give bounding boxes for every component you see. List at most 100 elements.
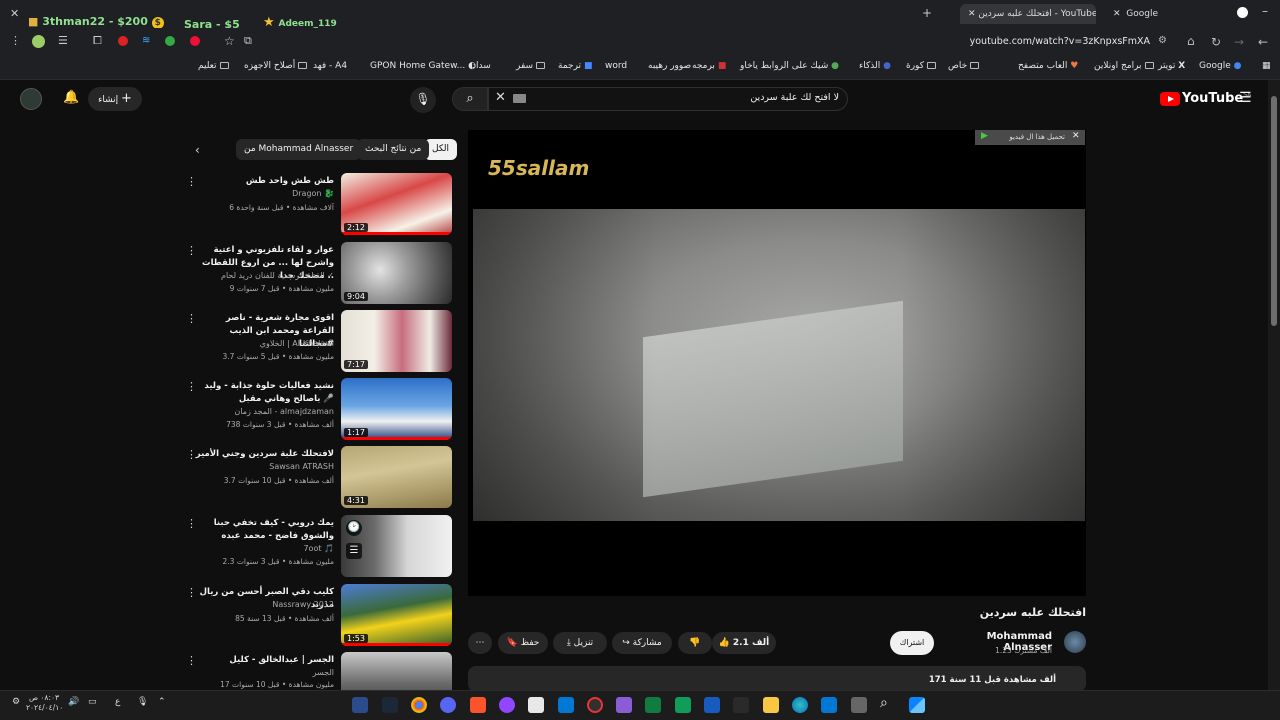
video-title[interactable]: يمك دروبي - كيف تخفي حبنا والشوق فاضح - … — [194, 517, 334, 543]
add-to-queue-icon[interactable]: ☰ — [346, 543, 362, 559]
subscribe-button[interactable]: اشتراك — [890, 631, 934, 655]
like-button[interactable]: 👍 2.1 ألف — [712, 632, 776, 654]
new-tab-icon[interactable]: + — [922, 6, 932, 20]
channel-name[interactable]: Nassrawy 2012 — [184, 600, 334, 609]
account-avatar[interactable] — [20, 88, 42, 110]
channel-name[interactable]: القناة الرسمية للفنان دريد لحام ✓ — [184, 271, 334, 280]
video-thumbnail[interactable]: 1:17 — [341, 378, 452, 440]
list-item[interactable]: 🕑 ☰ يمك دروبي - كيف تخفي حبنا والشوق فاض… — [180, 515, 452, 577]
video-thumbnail[interactable] — [341, 652, 452, 690]
video-thumbnail[interactable]: 7:17 — [341, 310, 452, 372]
puzzle-icon[interactable]: ⧠ — [93, 34, 102, 48]
taskbar-app-icon[interactable] — [733, 697, 749, 713]
close-window-icon[interactable]: ✕ — [10, 7, 19, 20]
dislike-button[interactable]: 👎 — [678, 632, 712, 654]
download-button[interactable]: ⤓ تنزيل — [553, 632, 607, 654]
bookmark-education[interactable]: تعليم — [198, 61, 229, 71]
tray-mic-icon[interactable]: 🎙 — [137, 697, 148, 707]
feather-icon[interactable] — [616, 697, 632, 713]
channel-name[interactable]: Dragon 🐉 — [184, 189, 334, 198]
avatar[interactable] — [32, 35, 45, 48]
menu-dots-icon[interactable]: ⋮ — [10, 34, 21, 47]
description-box[interactable]: 171 ألف مشاهدة قبل 11 سنة — [468, 666, 1086, 692]
bookmark-programming[interactable]: برمجه ■ — [692, 61, 726, 71]
more-actions-icon[interactable]: ⋮ — [186, 586, 197, 599]
bookmark-fahad-a4[interactable]: فهد - A4 — [313, 61, 347, 71]
language-indicator[interactable]: ع — [115, 697, 120, 707]
start-icon[interactable] — [909, 697, 925, 713]
video-title[interactable]: الجسر | عبدالخالق - كليل — [194, 654, 334, 667]
profile-icon[interactable] — [1237, 7, 1248, 18]
extension-wave-icon[interactable]: ≋ — [142, 35, 150, 46]
list-item[interactable]: 7:17 اقوى مجارة شعرية - ناصر القراعة ومح… — [180, 310, 452, 372]
scrollbar-thumb[interactable] — [1271, 96, 1277, 326]
more-actions-icon[interactable]: ⋮ — [186, 175, 197, 188]
forward-icon[interactable]: → — [1234, 35, 1244, 49]
channel-name[interactable]: الخلاوي | Al-Khalawi — [184, 339, 334, 348]
video-title[interactable]: طش طش واحد طش — [194, 175, 334, 188]
video-thumbnail[interactable]: 4:31 — [341, 446, 452, 508]
list-item[interactable]: 1:17 نشيد فعاليات حلوة جذابة - وليد باصا… — [180, 378, 452, 440]
bookmark-word[interactable]: word — [605, 61, 627, 71]
bookmark-google[interactable]: Google ● — [1199, 61, 1241, 71]
task-view-icon[interactable] — [851, 697, 867, 713]
tab-google[interactable]: ✕ Google — [1105, 4, 1166, 24]
share-button[interactable]: ↪ مشاركة — [612, 632, 672, 654]
more-actions-icon[interactable]: ⋮ — [186, 517, 197, 530]
voice-search-button[interactable]: 🎙 — [410, 87, 436, 113]
file-explorer-icon[interactable] — [763, 697, 779, 713]
video-thumbnail[interactable]: 🕑 ☰ — [341, 515, 452, 577]
video-title[interactable]: نشيد فعاليات حلوة جذابة - وليد باصالح وه… — [194, 380, 334, 406]
more-actions-icon[interactable]: ⋮ — [186, 654, 197, 667]
extension-green-icon[interactable] — [165, 36, 175, 46]
bookmark-link-checker[interactable]: شيك على الروابط ياخاو ● — [740, 61, 839, 71]
video-title[interactable]: لافتحلك علبة سردين وجني الأمير — [194, 448, 334, 461]
channel-avatar[interactable] — [1064, 631, 1086, 653]
keyboard-icon[interactable] — [513, 94, 526, 103]
discord-icon[interactable] — [440, 697, 456, 713]
list-item[interactable]: 9:04 عوار و لقاء تلفزيوني و اعتية واشرح … — [180, 242, 452, 304]
notes-icon[interactable] — [528, 697, 544, 713]
search-icon[interactable]: ⌕ — [880, 695, 888, 711]
edge-icon[interactable] — [792, 697, 808, 713]
reload-icon[interactable]: ↻ — [1211, 35, 1221, 49]
video-thumbnail[interactable]: 2:12 — [341, 173, 452, 235]
list-item[interactable]: الجسر | عبدالخالق - كليل الجسر 17 مليون … — [180, 652, 452, 690]
channel-name[interactable]: Sawsan ATRASH — [184, 462, 334, 471]
taskbar-app-icon[interactable] — [352, 697, 368, 713]
video-frame[interactable] — [473, 209, 1085, 521]
bookmark-device-repair[interactable]: أصلاح الاجهزه — [244, 61, 308, 71]
bookmark-ai[interactable]: الذكاء ● — [859, 61, 891, 71]
extension-stop-icon[interactable] — [118, 36, 128, 46]
more-actions-icon[interactable]: ⋮ — [186, 244, 197, 257]
word-icon[interactable] — [704, 697, 720, 713]
bookmark-private[interactable]: خاص — [948, 61, 980, 71]
twitch-icon[interactable] — [499, 697, 515, 713]
hamburger-menu-icon[interactable]: ☰ — [1239, 90, 1252, 106]
video-thumbnail[interactable]: 9:04 — [341, 242, 452, 304]
clock[interactable]: ٠٨:٠٣ ص ٢٠٢٤/٠٤/١٠ — [26, 693, 63, 713]
more-actions-button[interactable]: ⋯ — [468, 632, 492, 654]
bookmark-browser-games[interactable]: العاب متصفح ♥ — [1018, 61, 1078, 71]
channel-name[interactable]: المجد زمان - almajdzaman — [184, 407, 334, 416]
clear-search-icon[interactable]: ✕ — [495, 90, 506, 105]
bookmark-travel[interactable]: سفر — [516, 61, 546, 71]
create-button[interactable]: إنشاء + — [88, 87, 142, 111]
extension-icon[interactable]: ⧉ — [244, 34, 252, 48]
tray-expand-icon[interactable]: ⌃ — [158, 697, 166, 707]
more-actions-icon[interactable]: ⋮ — [186, 380, 197, 393]
notifications-bell-icon[interactable]: 🔔 — [63, 90, 79, 105]
download-banner[interactable]: تحميل هذا ال فيديو — [975, 130, 1085, 145]
home-icon[interactable]: ⌂ — [1187, 34, 1195, 48]
store-icon[interactable] — [558, 697, 574, 713]
bookmark-football[interactable]: كورة — [906, 61, 936, 71]
chip-from-search[interactable]: من نتائج البحث — [357, 139, 430, 160]
volume-icon[interactable]: 🔊 — [68, 697, 79, 707]
sheets-icon[interactable] — [675, 697, 691, 713]
all-bookmarks-icon[interactable]: ▦ — [1262, 61, 1271, 71]
youtube-logo[interactable]: YouTubeSA — [1160, 91, 1251, 107]
chevron-left-icon[interactable]: ‹ — [195, 143, 200, 157]
brave-icon[interactable] — [470, 697, 486, 713]
chrome-icon[interactable] — [411, 697, 427, 713]
minimize-icon[interactable]: – — [1262, 4, 1268, 18]
